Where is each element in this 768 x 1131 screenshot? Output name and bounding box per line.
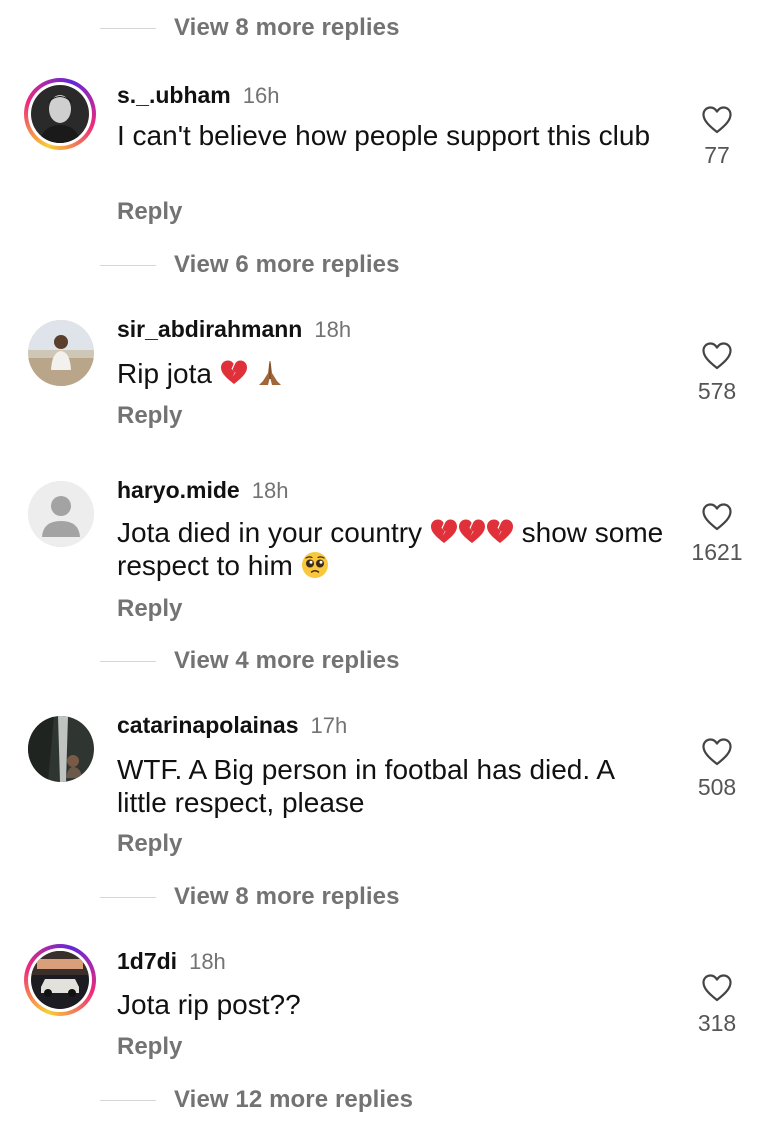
view-more-replies[interactable]: View 4 more replies <box>100 644 400 678</box>
avatar <box>31 85 89 143</box>
divider-line <box>100 896 156 898</box>
comment-text: WTF. A Big person in footbal has died. A… <box>117 754 614 818</box>
reply-button[interactable]: Reply <box>117 595 182 623</box>
username[interactable]: 1d7di <box>117 948 177 975</box>
username[interactable]: haryo.mide <box>117 477 240 504</box>
divider-line <box>100 27 156 29</box>
broken-heart-icon <box>486 518 514 546</box>
heart-outline-icon[interactable] <box>702 106 732 134</box>
avatar <box>31 951 89 1009</box>
pleading-face-icon <box>301 551 329 579</box>
like-count: 578 <box>697 378 737 404</box>
reply-button[interactable]: Reply <box>117 402 182 430</box>
avatar[interactable] <box>28 320 94 386</box>
like-group: 508 <box>676 738 758 801</box>
view-more-replies[interactable]: View 12 more replies <box>100 1083 413 1117</box>
heart-outline-icon[interactable] <box>702 974 732 1002</box>
reply-button[interactable]: Reply <box>117 830 182 858</box>
like-count: 508 <box>697 774 737 800</box>
like-group: 578 <box>676 342 758 405</box>
timestamp: 18h <box>251 478 289 503</box>
folded-hands-icon <box>256 359 284 387</box>
reply-button[interactable]: Reply <box>117 1033 182 1061</box>
divider-line <box>100 264 156 266</box>
comment-text: Jota died in your country show some resp… <box>117 516 667 582</box>
timestamp: 17h <box>310 713 348 738</box>
view-more-label: View 8 more replies <box>174 883 400 910</box>
comment-text-part: Jota died in your country <box>117 517 423 548</box>
timestamp: 18h <box>189 949 226 974</box>
like-group: 318 <box>676 974 758 1037</box>
timestamp: 16h <box>242 83 280 108</box>
person-silhouette-icon <box>28 481 94 547</box>
like-count: 1621 <box>691 539 743 565</box>
view-more-label: View 12 more replies <box>174 1086 414 1113</box>
view-more-label: View 6 more replies <box>174 251 400 278</box>
like-group: 77 <box>676 106 758 169</box>
view-more-label: View 4 more replies <box>174 647 400 674</box>
reply-button[interactable]: Reply <box>117 198 182 226</box>
view-more-replies[interactable]: View 8 more replies <box>100 11 400 45</box>
username[interactable]: sir_abdirahmann <box>117 316 302 343</box>
comment-text: I can't believe how people support this … <box>117 120 651 151</box>
comment-text: Jota rip post?? <box>117 989 301 1020</box>
divider-line <box>100 660 156 662</box>
broken-heart-icon <box>220 359 248 387</box>
timestamp: 18h <box>314 317 352 342</box>
view-more-replies[interactable]: View 8 more replies <box>100 880 400 914</box>
heart-outline-icon[interactable] <box>702 503 732 531</box>
broken-heart-icon <box>458 518 486 546</box>
view-more-replies[interactable]: View 6 more replies <box>100 248 400 282</box>
username[interactable]: s._.ubham <box>117 82 231 109</box>
broken-heart-icon <box>430 518 458 546</box>
like-group: 1621 <box>676 503 758 566</box>
heart-outline-icon[interactable] <box>702 738 732 766</box>
username[interactable]: catarinapolainas <box>117 712 299 739</box>
avatar-story-ring[interactable] <box>24 944 96 1016</box>
avatar[interactable] <box>28 481 94 547</box>
view-more-label: View 8 more replies <box>174 14 400 41</box>
like-count: 318 <box>697 1010 737 1036</box>
comment-text-body: Rip jota <box>117 358 212 389</box>
avatar-story-ring[interactable] <box>24 78 96 150</box>
like-count: 77 <box>704 142 730 168</box>
comment-text: Rip jota <box>117 357 667 390</box>
divider-line <box>100 1099 156 1101</box>
avatar[interactable] <box>28 716 94 782</box>
heart-outline-icon[interactable] <box>702 342 732 370</box>
